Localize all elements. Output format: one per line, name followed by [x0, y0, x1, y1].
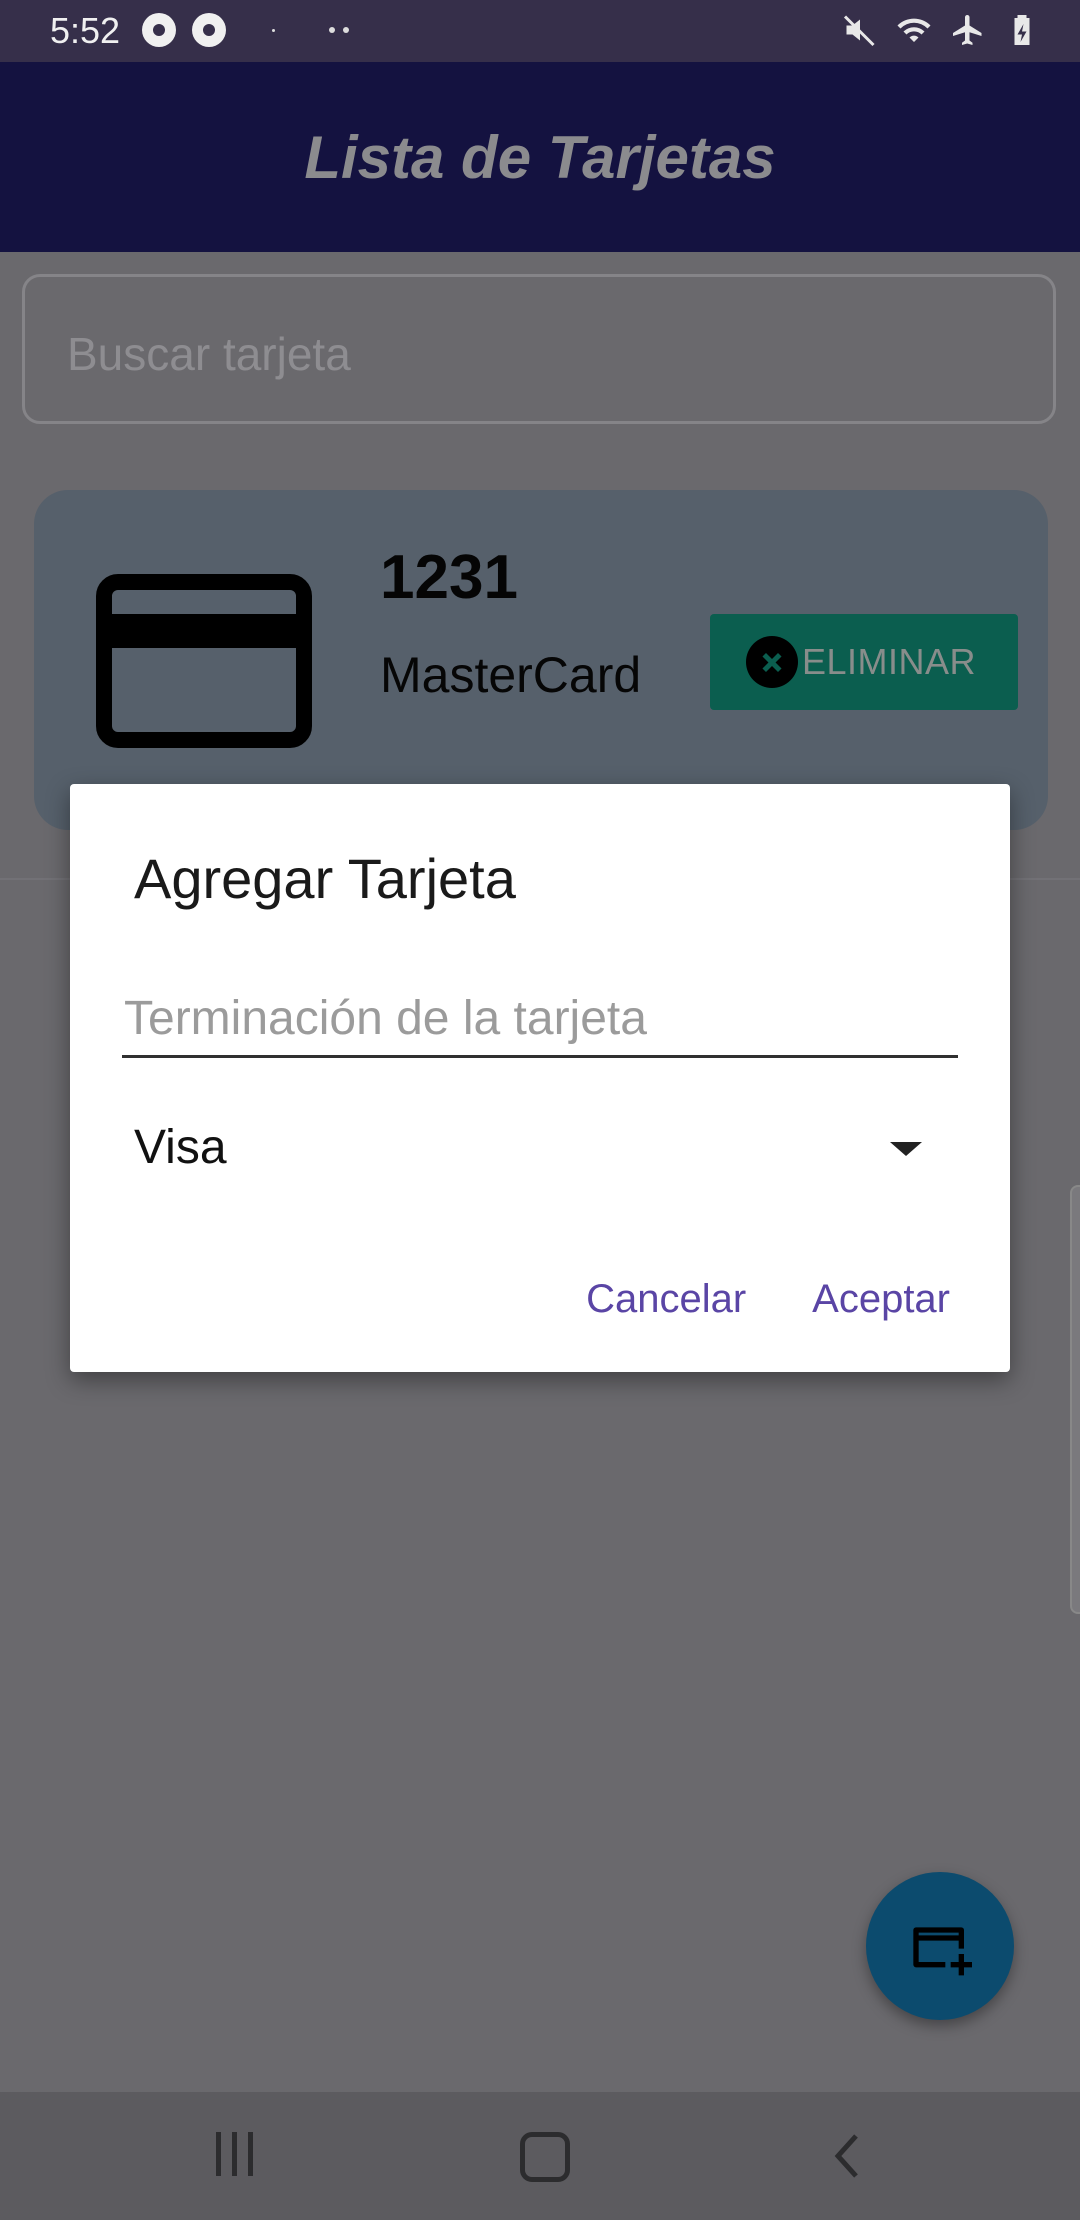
card-brand: MasterCard	[380, 647, 642, 703]
dialog-actions: Cancelar Aceptar	[586, 1277, 950, 1322]
card-number: 1231	[380, 543, 518, 612]
battery-charging-icon	[1014, 15, 1030, 45]
delete-button[interactable]: ELIMINAR	[710, 614, 1018, 710]
add-card-dialog: Agregar Tarjeta Visa Cancelar Aceptar	[70, 784, 1010, 1372]
dropdown-arrow-icon	[890, 1142, 922, 1156]
app-bar: Lista de Tarjetas	[0, 62, 1080, 252]
search-placeholder: Buscar tarjeta	[67, 328, 351, 380]
cancel-button[interactable]: Cancelar	[586, 1277, 746, 1322]
dot-icon	[272, 28, 275, 32]
card-type-select[interactable]: Visa	[122, 1102, 958, 1192]
credit-card-icon	[96, 574, 312, 748]
add-card-icon	[913, 1927, 972, 1976]
mute-icon	[843, 15, 875, 47]
airplane-icon	[953, 15, 982, 45]
navigation-bar	[0, 2092, 1080, 2220]
card-list-item[interactable]: 1231 MasterCard ELIMINAR	[34, 490, 1048, 830]
delete-button-label: ELIMINAR	[802, 641, 977, 682]
pokeball-icon	[142, 13, 176, 47]
close-circle-icon	[746, 636, 798, 688]
dialog-title: Agregar Tarjeta	[134, 847, 516, 910]
system-icons	[842, 12, 1040, 48]
search-input[interactable]: Buscar tarjeta	[22, 274, 1056, 424]
page-title: Lista de Tarjetas	[304, 123, 776, 191]
card-type-value: Visa	[134, 1120, 227, 1174]
more-dots-icon	[329, 27, 349, 33]
accept-button[interactable]: Aceptar	[812, 1277, 950, 1322]
edge-panel-handle[interactable]	[1070, 1185, 1080, 1614]
pokeball-icon	[192, 13, 226, 47]
card-ending-input[interactable]	[122, 982, 958, 1058]
home-icon[interactable]	[520, 2132, 570, 2182]
notification-icons	[142, 13, 349, 47]
add-card-button[interactable]	[866, 1872, 1014, 2020]
back-icon[interactable]	[828, 2132, 868, 2180]
status-bar: 5:52	[0, 0, 1080, 62]
status-time: 5:52	[50, 10, 121, 51]
wifi-icon	[897, 18, 931, 42]
recent-apps-icon[interactable]	[216, 2132, 262, 2178]
